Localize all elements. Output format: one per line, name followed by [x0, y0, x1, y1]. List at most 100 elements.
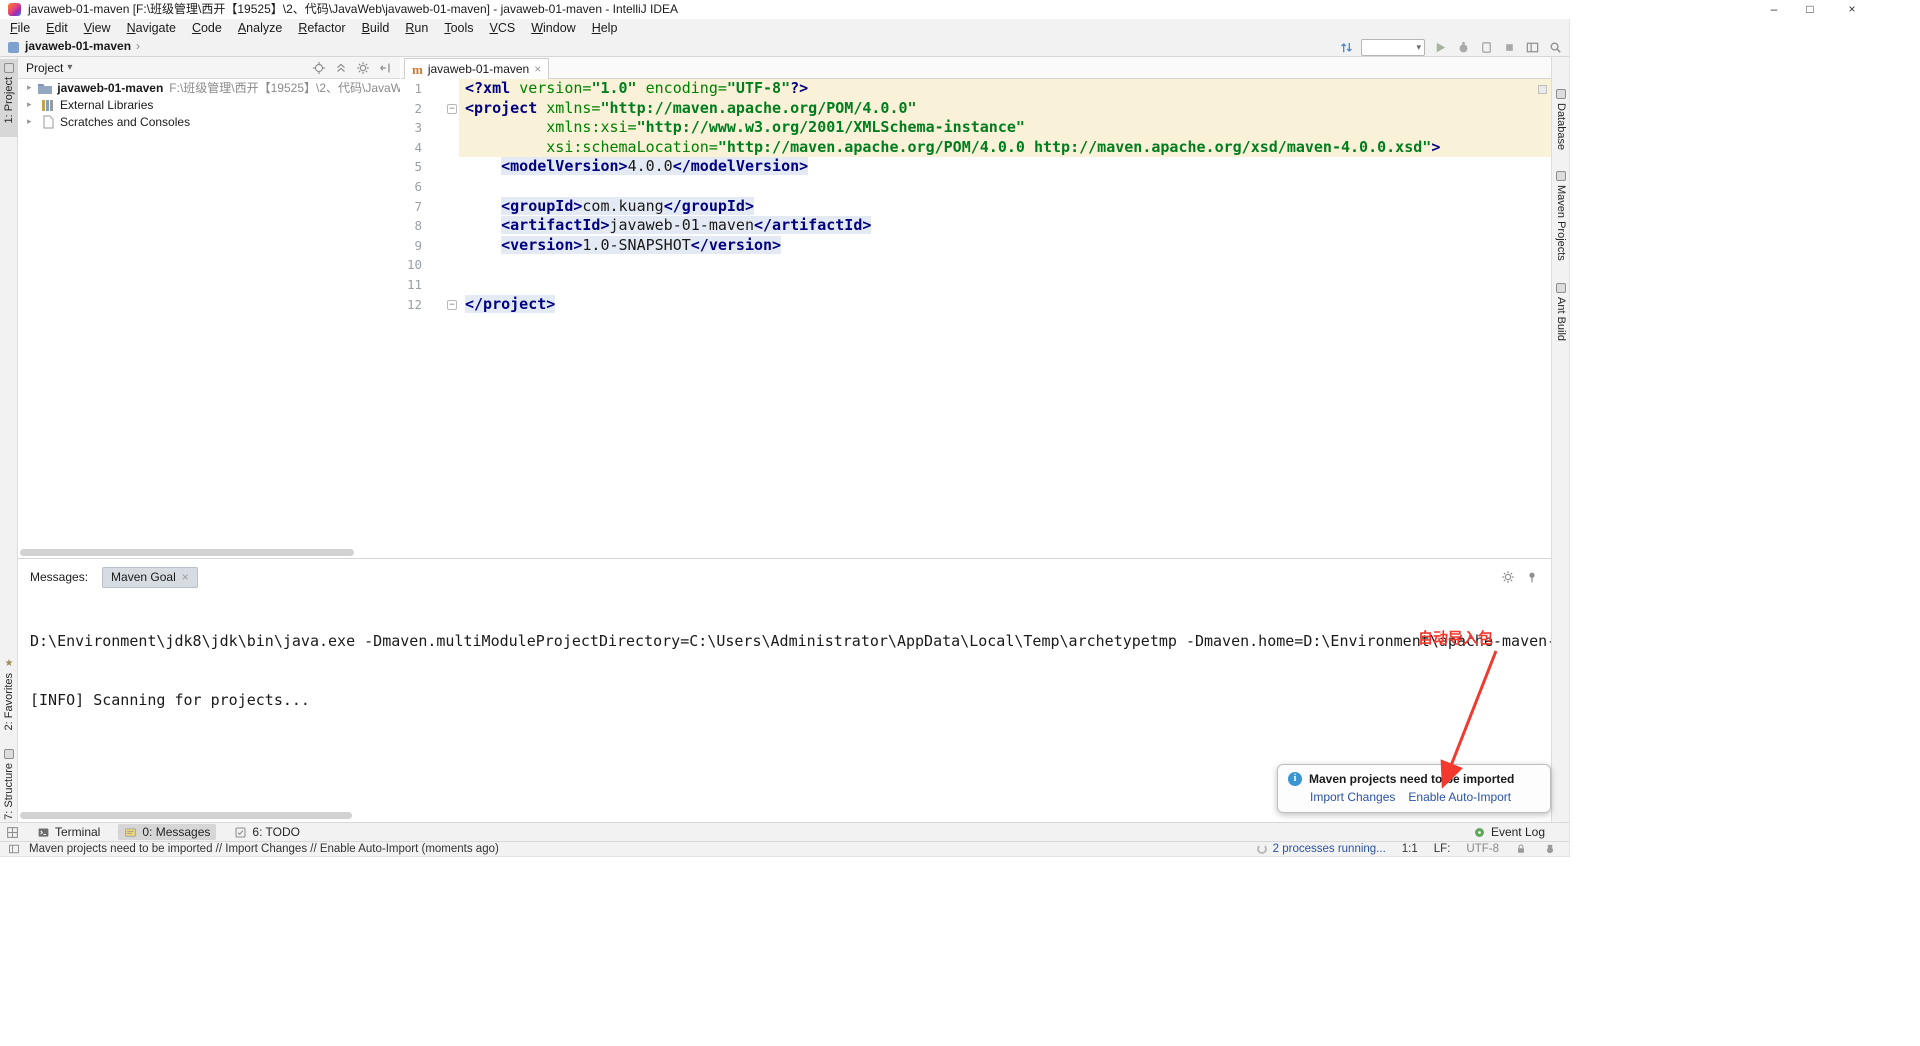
console-line: [INFO] Scanning for projects... — [30, 690, 310, 709]
toolwindow-button-project[interactable]: 1: Project — [0, 59, 18, 137]
fold-icon[interactable]: − — [447, 299, 457, 310]
todo-icon — [234, 826, 247, 839]
event-log-button[interactable]: Event Log — [1473, 825, 1545, 839]
terminal-icon — [37, 826, 50, 839]
menu-help[interactable]: Help — [584, 19, 626, 37]
coverage-button[interactable] — [1478, 39, 1494, 55]
menu-tools[interactable]: Tools — [436, 19, 481, 37]
maven-file-icon: m — [412, 61, 423, 77]
run-button[interactable] — [1432, 39, 1448, 55]
navigation-bar: javaweb-01-maven › ▾ — [0, 37, 1569, 57]
expand-arrow-icon[interactable]: ▸ — [27, 116, 40, 127]
tree-row-project-root[interactable]: ▸ javaweb-01-maven F:\班级管理\西开【19525】\2、代… — [18, 79, 400, 96]
toolwindow-button-database[interactable]: Database — [1552, 85, 1570, 155]
tree-label: javaweb-01-maven — [57, 80, 164, 95]
menu-file[interactable]: File — [2, 19, 38, 37]
gear-icon[interactable] — [355, 60, 370, 75]
collapse-all-icon[interactable] — [333, 60, 348, 75]
menu-code[interactable]: Code — [184, 19, 230, 37]
debug-button[interactable] — [1455, 39, 1471, 55]
close-button[interactable]: × — [1836, 0, 1868, 19]
code-editor[interactable]: 1 <?xml version="1.0" encoding="UTF-8"?>… — [401, 79, 1551, 558]
close-tab-icon[interactable]: × — [182, 570, 189, 584]
menu-vcs[interactable]: VCS — [482, 19, 524, 37]
gear-icon[interactable] — [1500, 570, 1515, 585]
maximize-button[interactable]: □ — [1794, 0, 1826, 19]
menu-refactor[interactable]: Refactor — [290, 19, 353, 37]
project-horizontal-scrollbar[interactable] — [20, 549, 354, 556]
code-line: 8 <artifactId>javaweb-01-maven</artifact… — [401, 216, 1551, 236]
locate-icon[interactable] — [311, 60, 326, 75]
menu-run[interactable]: Run — [397, 19, 436, 37]
maven-goal-tab-label: Maven Goal — [111, 570, 176, 584]
toolwindow-button-structure[interactable]: 7: Structure — [0, 745, 18, 825]
tree-row-external-libraries[interactable]: ▸ External Libraries — [18, 96, 400, 113]
stripe-label-structure: 7: Structure — [3, 763, 15, 820]
project-tree: ▸ javaweb-01-maven F:\班级管理\西开【19525】\2、代… — [18, 79, 400, 558]
info-icon: i — [1288, 772, 1302, 786]
toolwindow-terminal[interactable]: Terminal — [31, 824, 106, 840]
line-number: 6 — [414, 178, 422, 194]
menu-view[interactable]: View — [76, 19, 119, 37]
menu-analyze[interactable]: Analyze — [230, 19, 290, 37]
toolwindow-todo[interactable]: 6: TODO — [228, 824, 306, 840]
inspections-indicator-icon[interactable] — [1538, 85, 1547, 94]
status-bar: Maven projects need to be imported // Im… — [0, 841, 1569, 856]
line-number: 9 — [414, 237, 422, 253]
menu-window[interactable]: Window — [523, 19, 583, 37]
code-line: 4 xsi:schemaLocation="http://maven.apach… — [401, 137, 1551, 158]
event-log-label: Event Log — [1490, 825, 1545, 839]
menu-navigate[interactable]: Navigate — [119, 19, 184, 37]
search-everywhere-icon[interactable] — [1547, 39, 1563, 55]
layout-icon[interactable] — [1524, 39, 1540, 55]
code-line: 6 — [401, 177, 1551, 197]
maven-projects-icon — [1556, 171, 1566, 181]
expand-arrow-icon[interactable]: ▸ — [27, 82, 37, 93]
bottom-tool-bar: Terminal 0: Messages 6: TODO Event Log — [0, 822, 1569, 841]
console-horizontal-scrollbar[interactable] — [20, 812, 352, 819]
processes-running-link[interactable]: 2 processes running... — [1273, 843, 1386, 855]
caret-down-icon: ▾ — [67, 62, 73, 73]
maven-goal-tab[interactable]: Maven Goal × — [102, 566, 198, 588]
toolwindow-button-ant-build[interactable]: Ant Build — [1552, 279, 1570, 349]
enable-auto-import-link[interactable]: Enable Auto-Import — [1408, 790, 1511, 804]
stripe-label-maven-projects: Maven Projects — [1555, 185, 1567, 261]
scratches-icon — [40, 115, 56, 129]
project-panel-title[interactable]: Project — [26, 61, 63, 75]
tree-row-scratches[interactable]: ▸ Scratches and Consoles — [18, 113, 400, 130]
editor-tab-label: javaweb-01-maven — [427, 62, 530, 76]
encoding-widget[interactable]: UTF-8 — [1466, 843, 1499, 855]
expand-arrow-icon[interactable]: ▸ — [27, 99, 40, 110]
fold-icon[interactable]: − — [447, 103, 457, 114]
annotation-text: 自动导入包 — [1418, 630, 1494, 647]
right-tool-stripe: Database Maven Projects Ant Build — [1551, 57, 1569, 822]
close-tab-icon[interactable]: × — [534, 62, 541, 76]
terminal-label: Terminal — [55, 825, 101, 839]
minimize-button[interactable]: – — [1758, 0, 1790, 19]
toolwindow-button-maven-projects[interactable]: Maven Projects — [1552, 167, 1570, 267]
line-separator-widget[interactable]: LF: — [1434, 843, 1451, 855]
menu-build[interactable]: Build — [354, 19, 398, 37]
event-log-icon — [1473, 826, 1486, 839]
toolwindow-switcher-icon[interactable] — [6, 826, 19, 839]
breadcrumb[interactable]: javaweb-01-maven — [25, 37, 131, 56]
write-lock-icon[interactable] — [1515, 843, 1528, 856]
pin-icon[interactable] — [1524, 570, 1539, 585]
menu-edit[interactable]: Edit — [38, 19, 76, 37]
line-number: 5 — [414, 159, 422, 175]
run-config-select[interactable]: ▾ — [1361, 38, 1425, 56]
toolwindow-button-favorites[interactable]: ★ 2: Favorites — [0, 655, 18, 735]
toolwindow-messages[interactable]: 0: Messages — [118, 824, 217, 840]
updown-arrows-icon[interactable] — [1338, 39, 1354, 55]
inspections-profile-icon[interactable] — [1544, 843, 1557, 856]
stop-button[interactable] — [1501, 39, 1517, 55]
import-changes-link[interactable]: Import Changes — [1310, 790, 1395, 804]
hide-panel-icon[interactable] — [377, 60, 392, 75]
editor-tab-pom[interactable]: m javaweb-01-maven × — [404, 58, 550, 79]
caret-position-widget[interactable]: 1:1 — [1402, 843, 1418, 855]
messages-icon — [124, 826, 137, 839]
toolwindow-corner-icon[interactable] — [8, 843, 21, 856]
left-tool-stripe: 1: Project ★ 2: Favorites 7: Structure — [0, 57, 18, 822]
tree-label: External Libraries — [60, 97, 154, 112]
stripe-label-database: Database — [1555, 103, 1567, 151]
